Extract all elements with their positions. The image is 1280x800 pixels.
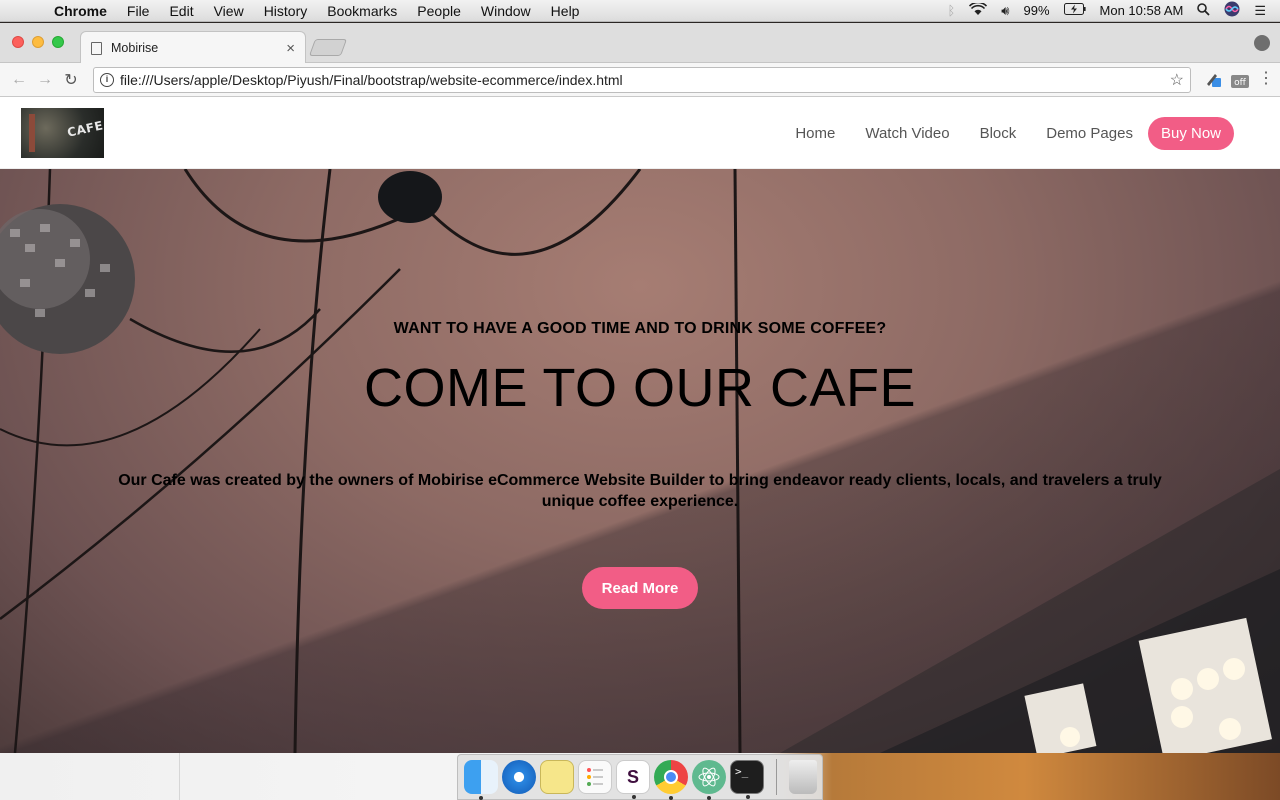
extension-off-icon[interactable]: off (1230, 71, 1250, 92)
tab-strip: Mobirise × (0, 23, 1280, 64)
battery-percent: 99% (1023, 3, 1050, 18)
desktop-window-strip (0, 753, 180, 800)
menu-window[interactable]: Window (471, 3, 541, 19)
zoom-window-button[interactable] (52, 36, 64, 48)
menu-people[interactable]: People (407, 3, 471, 19)
buy-now-button[interactable]: Buy Now (1147, 117, 1234, 150)
logo-text: CAFE (65, 118, 104, 140)
menu-view[interactable]: View (204, 3, 254, 19)
menu-app-name[interactable]: Chrome (44, 3, 117, 19)
chrome-window: Mobirise × ← → ↻ i file:///Users/apple/D… (0, 23, 1280, 753)
profile-avatar-icon[interactable] (1254, 35, 1270, 51)
main-menu: Home Watch Video Block Demo Pages Buy No… (780, 117, 1234, 150)
read-more-button[interactable]: Read More (582, 567, 698, 609)
battery-charging-icon[interactable] (1063, 3, 1086, 18)
wifi-icon[interactable] (969, 1, 988, 19)
document-icon (91, 41, 102, 55)
site-info-icon[interactable]: i (100, 73, 114, 87)
menu-history[interactable]: History (254, 3, 318, 19)
bluetooth-icon[interactable]: ᛒ (947, 3, 955, 18)
extension-off-label: off (1234, 78, 1247, 88)
hero-section: WANT TO HAVE A GOOD TIME AND TO DRINK SO… (0, 169, 1280, 753)
safari-icon[interactable] (502, 760, 536, 794)
siri-icon[interactable] (1224, 1, 1240, 20)
macos-dock: S >_ (457, 754, 823, 800)
nav-block[interactable]: Block (965, 125, 1032, 142)
hero-background-image (0, 169, 1280, 753)
back-arrow-icon[interactable]: ← (6, 71, 32, 89)
slack-icon[interactable]: S (616, 760, 650, 799)
notes-icon[interactable] (540, 760, 574, 794)
chrome-menu-icon[interactable]: ⋮ (1258, 68, 1274, 88)
menu-bookmarks[interactable]: Bookmarks (317, 3, 407, 19)
nav-watch-video[interactable]: Watch Video (850, 125, 964, 142)
logo-decor (29, 114, 35, 152)
hero-description: Our Cafe was created by the owners of Mo… (118, 472, 1162, 510)
cafe-logo[interactable]: CAFE (21, 108, 104, 158)
browser-toolbar: ← → ↻ i file:///Users/apple/Desktop/Piyu… (0, 63, 1280, 97)
finder-icon[interactable] (464, 760, 498, 800)
close-tab-icon[interactable]: × (286, 40, 295, 57)
bookmark-star-icon[interactable]: ☆ (1170, 70, 1184, 90)
close-window-button[interactable] (12, 36, 24, 48)
spotlight-search-icon[interactable] (1197, 2, 1210, 19)
hero-headline: COME TO OUR CAFE (363, 358, 917, 418)
minimize-window-button[interactable] (32, 36, 44, 48)
macos-menubar: Chrome File Edit View History Bookmarks … (0, 0, 1280, 22)
extension-pen-icon[interactable] (1204, 71, 1222, 92)
dock-separator (776, 759, 777, 795)
menubar-clock[interactable]: Mon 10:58 AM (1100, 3, 1184, 18)
reminders-icon[interactable] (578, 760, 612, 794)
url-text[interactable]: file:///Users/apple/Desktop/Piyush/Final… (120, 72, 623, 88)
web-page: CAFE Home Watch Video Block Demo Pages B… (0, 97, 1280, 753)
volume-icon[interactable]: 🔊︎ (1001, 3, 1009, 19)
atom-icon[interactable] (692, 760, 726, 800)
window-controls (12, 36, 64, 48)
address-bar[interactable]: i file:///Users/apple/Desktop/Piyush/Fin… (93, 67, 1191, 93)
nav-demo-pages[interactable]: Demo Pages (1031, 125, 1148, 142)
menu-file[interactable]: File (117, 3, 160, 19)
tab-mobirise[interactable]: Mobirise × (80, 31, 306, 64)
terminal-icon[interactable]: >_ (730, 760, 764, 799)
nav-home[interactable]: Home (780, 125, 850, 142)
tab-title: Mobirise (111, 41, 159, 55)
forward-arrow-icon[interactable]: → (32, 71, 58, 89)
menu-help[interactable]: Help (541, 3, 590, 19)
hero-kicker: WANT TO HAVE A GOOD TIME AND TO DRINK SO… (393, 320, 887, 337)
chrome-icon[interactable] (654, 760, 688, 800)
trash-icon[interactable] (789, 760, 817, 794)
notification-center-icon[interactable]: ☰ (1254, 3, 1266, 19)
new-tab-button[interactable] (308, 39, 348, 56)
site-navbar: CAFE Home Watch Video Block Demo Pages B… (0, 97, 1280, 169)
menu-edit[interactable]: Edit (159, 3, 203, 19)
reload-icon[interactable]: ↻ (58, 70, 84, 90)
